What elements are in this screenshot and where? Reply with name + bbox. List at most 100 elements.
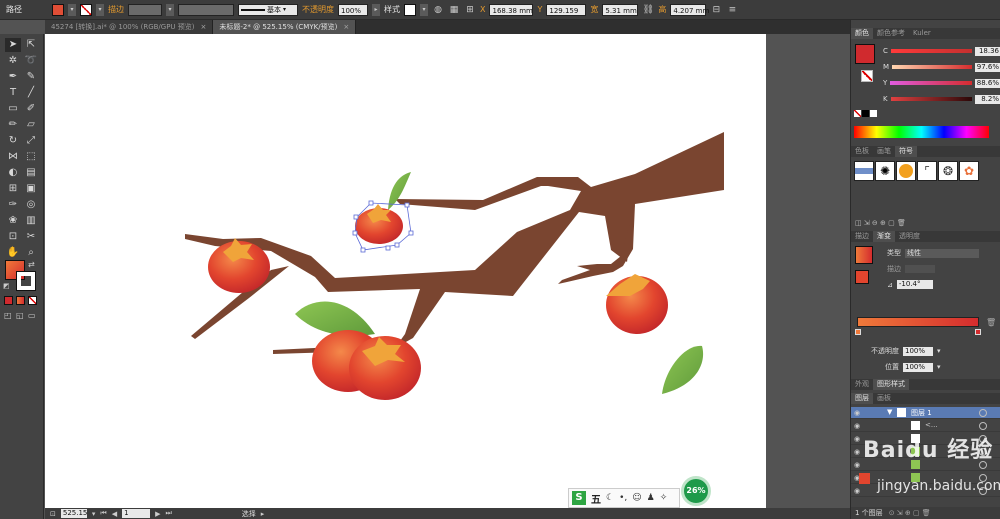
symbol-item[interactable]: ❂ (938, 161, 958, 181)
lasso-tool-icon[interactable]: ➰ (23, 54, 39, 68)
mesh-tool-icon[interactable]: ⊞ (5, 182, 21, 196)
layer-row[interactable]: ◉ ▼ 图层 1 (851, 407, 1000, 419)
slider-c[interactable] (890, 49, 973, 53)
value-m[interactable]: 97.6% (975, 62, 1000, 72)
value-k[interactable]: 8.2% (975, 94, 1000, 104)
close-icon[interactable]: × (201, 23, 207, 31)
pencil-tool-icon[interactable]: ✏ (5, 118, 21, 132)
direct-selection-tool-icon[interactable]: ⇱ (23, 38, 39, 52)
stroke-label[interactable]: 描边 (108, 4, 124, 15)
scale-tool-icon[interactable]: ⤢ (23, 134, 39, 148)
next-page-icon[interactable]: ▶ (155, 510, 160, 518)
first-page-icon[interactable]: ⏮ (100, 509, 106, 518)
channel-c[interactable]: C 18.36 (883, 46, 1000, 56)
tab-swatches[interactable]: 色板 (851, 146, 873, 157)
stroke-weight-dropdown[interactable]: ▾ (166, 3, 174, 16)
status-mode[interactable]: 选择 (242, 509, 256, 519)
tab-color[interactable]: 颜色 (851, 28, 873, 39)
gradient-location-field[interactable]: 100% (903, 362, 933, 372)
slice-tool-icon[interactable]: ✂ (23, 230, 39, 244)
gradient-stop-right[interactable] (975, 329, 981, 335)
draw-behind-icon[interactable]: ◱ (16, 311, 24, 320)
sublayer-row[interactable]: ◉ <... (851, 420, 1000, 432)
tab-graphic-styles[interactable]: 图形样式 (873, 379, 909, 390)
channel-k[interactable]: K 8.2% (883, 94, 1000, 104)
magic-wand-tool-icon[interactable]: ✲ (5, 54, 21, 68)
value-c[interactable]: 18.36 (975, 46, 1000, 56)
tab-stroke[interactable]: 描边 (851, 231, 873, 242)
sogou-icon[interactable]: S (572, 491, 586, 505)
gradient-opacity-field[interactable]: 100% (903, 346, 933, 356)
gradient-angle-field[interactable]: -10.4° (896, 280, 933, 289)
slider-y[interactable] (890, 81, 973, 85)
stroke-weight-field[interactable] (128, 3, 162, 16)
tab-document-2[interactable]: 未标题-2* @ 525.15% (CMYK/预览) × (213, 20, 357, 34)
free-transform-tool-icon[interactable]: ⬚ (23, 150, 39, 164)
style-swatch[interactable] (404, 3, 416, 16)
eyedropper-tool-icon[interactable]: ✑ (5, 198, 21, 212)
status-menu-icon[interactable]: ▸ (261, 510, 265, 518)
gradient-stroke-options[interactable] (905, 265, 935, 273)
zoom-dropdown[interactable]: ▾ (92, 510, 96, 518)
settings-icon[interactable]: ✧ (660, 493, 668, 503)
symbol-item[interactable]: ✺ (875, 161, 895, 181)
slider-m[interactable] (892, 65, 973, 69)
artboard-canvas[interactable] (45, 34, 766, 508)
tab-appearance[interactable]: 外观 (851, 379, 873, 390)
align-icon[interactable]: ▦ (448, 4, 460, 16)
width-field[interactable]: 5.31 mm (602, 3, 639, 16)
symbol-item[interactable] (854, 161, 874, 181)
delete-stop-icon[interactable]: 🗑 (986, 318, 996, 327)
style-dropdown[interactable]: ▾ (420, 3, 428, 16)
none-mode-button[interactable] (28, 296, 37, 305)
gradient-slider[interactable] (857, 317, 979, 327)
rectangle-tool-icon[interactable]: ▭ (5, 102, 21, 116)
ime-mode[interactable]: 五 (591, 491, 601, 506)
default-colors-icon[interactable]: ◩ (3, 282, 10, 290)
eraser-tool-icon[interactable]: ▱ (23, 118, 39, 132)
target-icon[interactable] (979, 409, 987, 417)
opacity-field[interactable]: 100% (338, 3, 368, 16)
symbol-sprayer-tool-icon[interactable]: ❀ (5, 214, 21, 228)
slider-k[interactable] (890, 97, 973, 101)
expand-icon[interactable]: ▼ (887, 408, 892, 416)
value-y[interactable]: 88.6% (975, 78, 1000, 88)
progress-badge[interactable]: 26% (681, 476, 711, 506)
gradient-stop-left[interactable] (855, 329, 861, 335)
color-fill-swatch[interactable] (855, 44, 875, 64)
graph-tool-icon[interactable]: ▥ (23, 214, 39, 228)
sublayer-name[interactable]: <... (925, 421, 938, 429)
gradient-mode-button[interactable] (16, 296, 25, 305)
opacity-label[interactable]: 不透明度 (302, 4, 334, 15)
shape-builder-tool-icon[interactable]: ◐ (5, 166, 21, 180)
target-icon[interactable] (979, 422, 987, 430)
channel-y[interactable]: Y 88.6% (883, 78, 1000, 88)
tab-artboards[interactable]: 画板 (873, 393, 895, 404)
transform-menu-icon[interactable]: ⊟ (710, 4, 722, 16)
eye-icon[interactable]: ◉ (854, 448, 862, 456)
perspective-grid-tool-icon[interactable]: ▤ (23, 166, 39, 180)
type-tool-icon[interactable]: T (5, 86, 21, 100)
swap-colors-icon[interactable]: ⇄ (28, 260, 35, 269)
gradient-type-select[interactable]: 线性 (905, 248, 979, 258)
fill-swatch[interactable] (52, 3, 64, 16)
eye-icon[interactable]: ◉ (854, 461, 862, 469)
stroke-dropdown[interactable]: ▾ (96, 3, 104, 16)
variable-width-field[interactable] (178, 3, 234, 16)
width-tool-icon[interactable]: ⋈ (5, 150, 21, 164)
draw-mode-icon[interactable]: ◰ (4, 311, 12, 320)
moon-icon[interactable]: ☾ (606, 493, 614, 503)
artboard-tool-icon[interactable]: ⊡ (5, 230, 21, 244)
layer-footer-icons[interactable]: ⊙ ⇲ ⊕ ▢ 🗑 (889, 509, 931, 517)
tab-brushes[interactable]: 画笔 (873, 146, 895, 157)
close-icon[interactable]: × (343, 23, 349, 31)
selection-tool-icon[interactable]: ➤ (5, 38, 21, 52)
symbol-item[interactable] (896, 161, 916, 181)
ime-toolbar[interactable]: S 五 ☾ •, ☺ ♟ ✧ (568, 488, 680, 508)
eye-icon[interactable]: ◉ (854, 487, 862, 495)
fill-dropdown[interactable]: ▾ (68, 3, 76, 16)
tab-transparency[interactable]: 透明度 (895, 231, 924, 242)
gradient-preview[interactable] (855, 246, 873, 264)
black-color-icon[interactable] (862, 110, 869, 117)
none-color-icon[interactable] (854, 110, 861, 117)
